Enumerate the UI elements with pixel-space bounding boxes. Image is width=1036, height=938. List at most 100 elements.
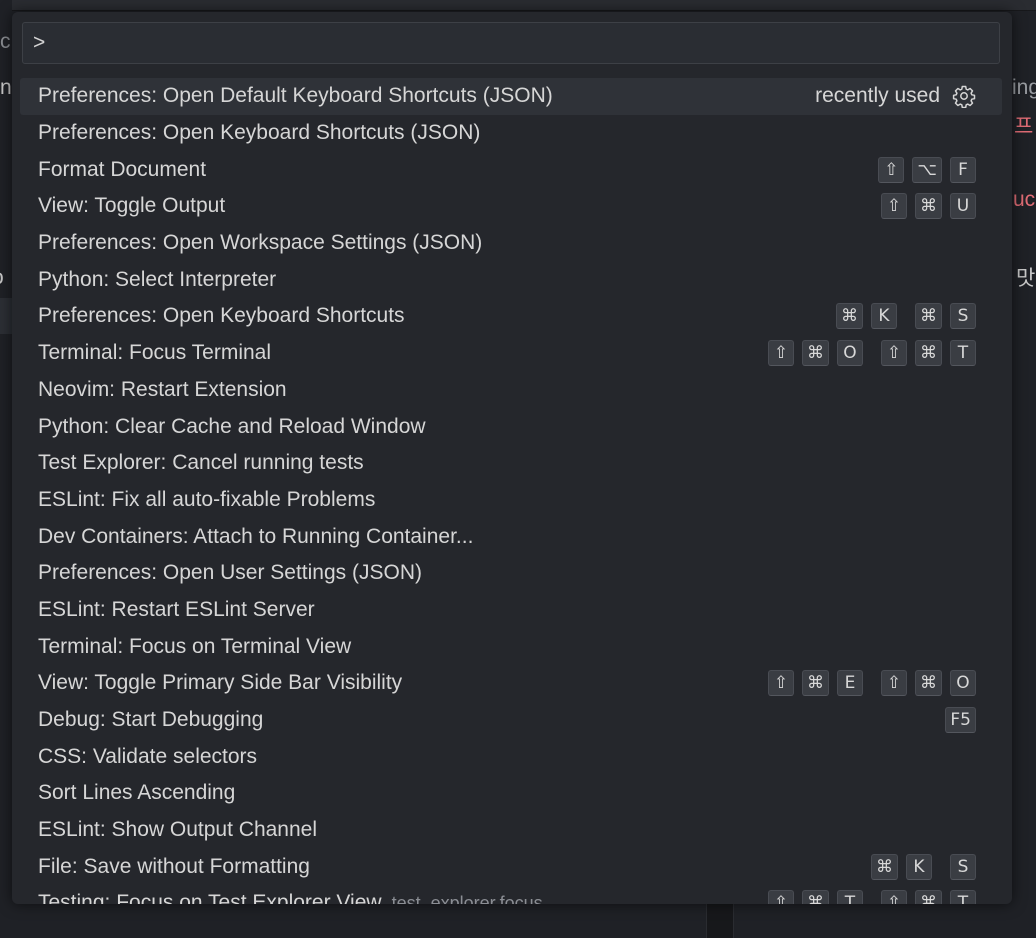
gear-icon[interactable] bbox=[952, 84, 976, 109]
keycap: ⇧ bbox=[768, 340, 794, 367]
editor-split-divider[interactable] bbox=[706, 900, 734, 938]
command-label: Preferences: Open Keyboard Shortcuts bbox=[38, 304, 405, 328]
keycap: ⌘ bbox=[915, 890, 942, 904]
command-input[interactable] bbox=[23, 23, 999, 63]
keycap: ⌘ bbox=[915, 193, 942, 220]
command-item[interactable]: Dev Containers: Attach to Running Contai… bbox=[20, 518, 1002, 555]
keycap: O bbox=[950, 670, 976, 697]
keycap: ⌘ bbox=[915, 670, 942, 697]
keybinding: ⌘ K S bbox=[863, 853, 976, 880]
keycap: T bbox=[837, 890, 863, 904]
keycap: F5 bbox=[945, 707, 976, 734]
command-label: Preferences: Open Workspace Settings (JS… bbox=[38, 231, 483, 255]
keycap: ⇧ bbox=[881, 890, 907, 904]
keycap: ⌥ bbox=[912, 156, 942, 183]
keycap: ⌘ bbox=[915, 340, 942, 367]
keycap: ⇧ bbox=[881, 193, 907, 220]
keybinding: ⇧ ⌘ U bbox=[873, 193, 976, 220]
keycap: O bbox=[837, 340, 863, 367]
keycap: T bbox=[950, 340, 976, 367]
command-item[interactable]: Preferences: Open User Settings (JSON) bbox=[20, 555, 1002, 592]
command-label: CSS: Validate selectors bbox=[38, 744, 258, 768]
keycap: U bbox=[950, 193, 976, 220]
bg-text-fragment: 맛 bbox=[1016, 267, 1036, 290]
command-label: Sort Lines Ascending bbox=[38, 781, 236, 805]
command-item[interactable]: Python: Select Interpreter bbox=[20, 261, 1002, 298]
keybinding: ⌘ K ⌘ S bbox=[828, 303, 976, 330]
keycap: ⌘ bbox=[836, 303, 863, 330]
keycap: ⌘ bbox=[802, 890, 829, 904]
command-id: test_explorer.focus bbox=[391, 892, 543, 904]
editor-left-gutter bbox=[0, 0, 12, 938]
command-item[interactable]: Neovim: Restart Extension bbox=[20, 372, 1002, 409]
command-item[interactable]: Format Document ⇧ ⌥ F bbox=[20, 151, 1002, 188]
command-label: Neovim: Restart Extension bbox=[38, 377, 287, 401]
command-label: View: Toggle Primary Side Bar Visibility bbox=[38, 671, 403, 695]
command-item[interactable]: CSS: Validate selectors bbox=[20, 738, 1002, 775]
keybinding: ⇧ ⌘ T ⇧ ⌘ T bbox=[760, 890, 976, 904]
bg-text-fragment: uc bbox=[1013, 188, 1036, 211]
keycap: K bbox=[906, 853, 932, 880]
command-item[interactable]: Preferences: Open Workspace Settings (JS… bbox=[20, 225, 1002, 262]
command-list: Preferences: Open Default Keyboard Short… bbox=[20, 78, 1002, 904]
command-item[interactable]: Testing: Focus on Test Explorer View test… bbox=[20, 885, 1002, 904]
command-label: Test Explorer: Cancel running tests bbox=[38, 451, 364, 475]
command-item[interactable]: Preferences: Open Default Keyboard Short… bbox=[20, 78, 1002, 115]
command-item[interactable]: Preferences: Open Keyboard Shortcuts ⌘ K ⌘ S bbox=[20, 298, 1002, 335]
command-label: Testing: Focus on Test Explorer View bbox=[38, 891, 382, 904]
bg-text-fragment: ing bbox=[1012, 76, 1036, 99]
command-label: Preferences: Open Keyboard Shortcuts (JS… bbox=[38, 121, 481, 145]
command-item[interactable]: ESLint: Show Output Channel bbox=[20, 812, 1002, 849]
command-label: Debug: Start Debugging bbox=[38, 708, 264, 732]
command-label: Terminal: Focus Terminal bbox=[38, 341, 272, 365]
keybinding: ⇧ ⌘ O ⇧ ⌘ T bbox=[760, 340, 976, 367]
keycap: ⌘ bbox=[802, 340, 829, 367]
command-item[interactable]: Terminal: Focus on Terminal View bbox=[20, 628, 1002, 665]
keycap: K bbox=[871, 303, 897, 330]
keycap: ⇧ bbox=[768, 670, 794, 697]
command-label: Python: Clear Cache and Reload Window bbox=[38, 414, 426, 438]
command-palette: Preferences: Open Default Keyboard Short… bbox=[12, 12, 1012, 904]
command-input-box bbox=[22, 22, 1000, 64]
command-item[interactable]: Terminal: Focus Terminal ⇧ ⌘ O ⇧ ⌘ T bbox=[20, 335, 1002, 372]
command-label: Dev Containers: Attach to Running Contai… bbox=[38, 524, 474, 548]
command-item[interactable]: View: Toggle Primary Side Bar Visibility… bbox=[20, 665, 1002, 702]
bg-text-fragment: c bbox=[0, 30, 11, 53]
recently-used-label: recently used bbox=[815, 84, 940, 108]
command-label: View: Toggle Output bbox=[38, 194, 226, 218]
keycap: ⇧ bbox=[768, 890, 794, 904]
keycap: ⇧ bbox=[878, 156, 905, 183]
command-label: Python: Select Interpreter bbox=[38, 267, 277, 291]
command-label: File: Save without Formatting bbox=[38, 854, 310, 878]
command-label: Terminal: Focus on Terminal View bbox=[38, 634, 352, 658]
keybinding: F5 bbox=[937, 707, 976, 734]
command-label: Preferences: Open User Settings (JSON) bbox=[38, 561, 422, 585]
command-label: ESLint: Restart ESLint Server bbox=[38, 597, 315, 621]
keycap: F bbox=[950, 156, 976, 183]
keybinding: ⇧ ⌥ F bbox=[870, 156, 976, 183]
keycap: S bbox=[950, 303, 976, 330]
command-item[interactable]: ESLint: Fix all auto-fixable Problems bbox=[20, 482, 1002, 519]
command-item[interactable]: Preferences: Open Keyboard Shortcuts (JS… bbox=[20, 115, 1002, 152]
keybinding: ⇧ ⌘ E ⇧ ⌘ O bbox=[760, 670, 976, 697]
command-item[interactable]: Test Explorer: Cancel running tests bbox=[20, 445, 1002, 482]
command-item[interactable]: Sort Lines Ascending bbox=[20, 775, 1002, 812]
command-label: ESLint: Fix all auto-fixable Problems bbox=[38, 487, 376, 511]
window-top-strip bbox=[0, 0, 1036, 11]
command-item[interactable]: File: Save without Formatting ⌘ K S bbox=[20, 848, 1002, 885]
command-label: ESLint: Show Output Channel bbox=[38, 818, 318, 842]
editor-left-highlight bbox=[0, 298, 12, 334]
keycap: S bbox=[950, 853, 976, 880]
keycap: ⇧ bbox=[881, 670, 907, 697]
command-item[interactable]: Python: Clear Cache and Reload Window bbox=[20, 408, 1002, 445]
keycap: ⌘ bbox=[802, 670, 829, 697]
command-label: Format Document bbox=[38, 157, 207, 181]
command-label: Preferences: Open Default Keyboard Short… bbox=[38, 84, 553, 108]
keycap: ⌘ bbox=[871, 853, 898, 880]
command-item[interactable]: View: Toggle Output ⇧ ⌘ U bbox=[20, 188, 1002, 225]
bg-text-fragment: 프 bbox=[1014, 115, 1034, 138]
bg-text-fragment: n bbox=[0, 76, 12, 99]
command-item[interactable]: Debug: Start Debugging F5 bbox=[20, 702, 1002, 739]
command-item[interactable]: ESLint: Restart ESLint Server bbox=[20, 592, 1002, 629]
keycap: E bbox=[837, 670, 863, 697]
